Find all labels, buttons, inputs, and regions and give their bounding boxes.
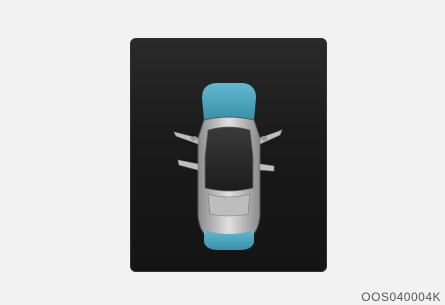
image-reference-code: OOS040004K bbox=[361, 290, 441, 304]
instrument-cluster-display bbox=[130, 38, 327, 272]
page: OOS040004K bbox=[0, 0, 445, 305]
car-roof bbox=[204, 126, 254, 192]
rear-right-door-open-indicator bbox=[259, 163, 275, 172]
car-rear-window bbox=[207, 193, 251, 217]
car-door-status-diagram bbox=[173, 83, 283, 250]
rear-left-door-open-indicator bbox=[177, 159, 199, 171]
hood-open-indicator bbox=[202, 83, 256, 120]
